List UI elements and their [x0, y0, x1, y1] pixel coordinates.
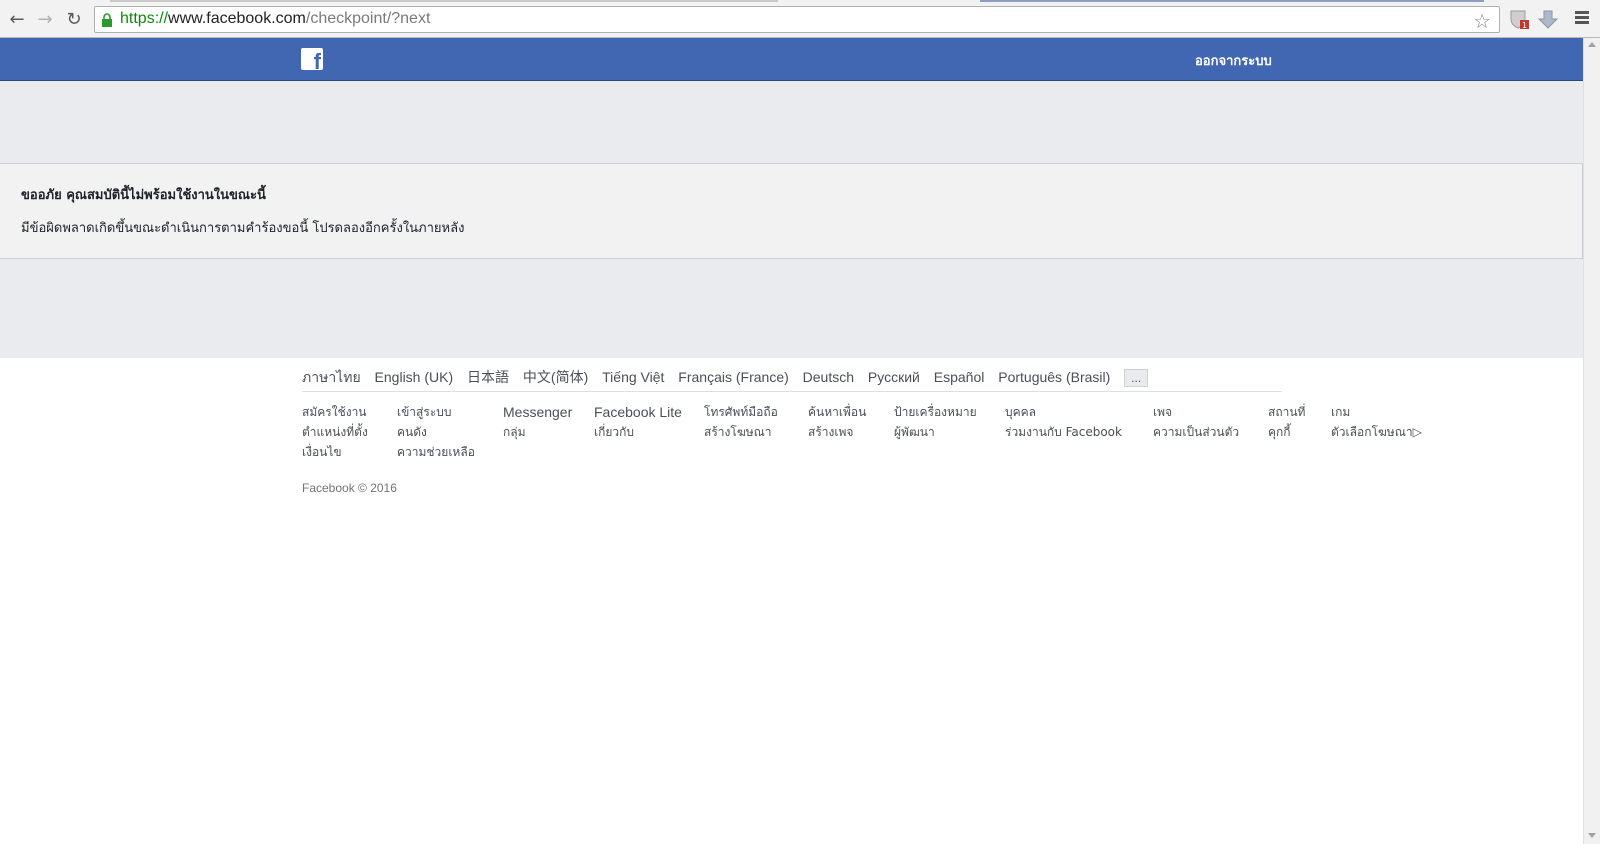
language-link[interactable]: Русский	[868, 369, 920, 385]
footer-link-badges[interactable]: ป้ายเครื่องหมาย	[894, 402, 977, 422]
language-link[interactable]: 中文(简体)	[523, 369, 588, 385]
reload-icon[interactable]: ↻	[61, 7, 87, 31]
download-extension-icon[interactable]	[1537, 8, 1559, 30]
footer-link-messenger[interactable]: Messenger	[503, 402, 572, 422]
footer-column: Messenger กลุ่ม	[503, 402, 572, 442]
footer-link-about[interactable]: เกี่ยวกับ	[594, 422, 682, 442]
browser-toolbar: ← → ↻ https://www.facebook.com/checkpoin…	[0, 0, 1600, 38]
footer-column: ค้นหาเพื่อน สร้างเพจ	[808, 402, 866, 442]
main-content: ขออภัย คุณสมบัตินี้ไม่พร้อมใช้งานในขณะนี…	[0, 81, 1583, 358]
back-icon[interactable]: ←	[4, 7, 30, 31]
footer-column: เพจ ความเป็นส่วนตัว	[1153, 402, 1239, 442]
footer-column: โทรศัพท์มือถือ สร้างโฆษณา	[704, 402, 778, 442]
url-text: https://www.facebook.com/checkpoint/?nex…	[120, 10, 431, 27]
error-message: มีข้อผิดพลาดเกิดขึ้นขณะดำเนินการตามคำร้อ…	[21, 221, 465, 236]
ad-choices-label: ตัวเลือกโฆษณา	[1331, 425, 1413, 439]
footer-link-help[interactable]: ความช่วยเหลือ	[397, 442, 475, 462]
footer-link-signup[interactable]: สมัครใช้งาน	[302, 402, 368, 422]
footer-link-cookies[interactable]: คุกกี้	[1268, 422, 1305, 442]
lock-icon	[102, 13, 112, 27]
tab-strip-right	[980, 0, 1484, 2]
shield-extension-icon[interactable]: 1	[1508, 8, 1530, 30]
error-title: ขออภัย คุณสมบัตินี้ไม่พร้อมใช้งานในขณะนี…	[21, 188, 266, 203]
footer-link-create-page[interactable]: สร้างเพจ	[808, 422, 866, 442]
forward-icon[interactable]: →	[32, 7, 58, 31]
footer-link-find-friends[interactable]: ค้นหาเพื่อน	[808, 402, 866, 422]
address-bar[interactable]: https://www.facebook.com/checkpoint/?nex…	[94, 6, 1500, 33]
footer-link-facebook-lite[interactable]: Facebook Lite	[594, 402, 682, 422]
ad-choices-icon: ▷	[1412, 425, 1422, 439]
vertical-scrollbar[interactable]	[1583, 38, 1600, 844]
language-link[interactable]: Français (France)	[678, 369, 788, 385]
language-link[interactable]: Tiếng Việt	[602, 369, 664, 385]
footer-divider	[302, 391, 1282, 392]
svg-text:1: 1	[1522, 21, 1527, 30]
footer-column: บุคคล ร่วมงานกับ Facebook	[1005, 402, 1122, 442]
more-languages-button[interactable]: ...	[1124, 369, 1149, 388]
footer-link-pages[interactable]: เพจ	[1153, 402, 1239, 422]
browser-menu-icon[interactable]	[1572, 9, 1592, 29]
footer-column: เข้าสู่ระบบ คนดัง ความช่วยเหลือ	[397, 402, 475, 462]
footer-link-mobile[interactable]: โทรศัพท์มือถือ	[704, 402, 778, 422]
footer-link-careers[interactable]: ร่วมงานกับ Facebook	[1005, 422, 1122, 442]
footer-link-developers[interactable]: ผู้พัฒนา	[894, 422, 977, 442]
footer-link-create-ad[interactable]: สร้างโฆษณา	[704, 422, 778, 442]
language-link[interactable]: English (UK)	[375, 369, 454, 385]
footer-link-groups[interactable]: กลุ่ม	[503, 422, 572, 442]
language-link[interactable]: ภาษาไทย	[302, 369, 361, 385]
footer-link-celebrities[interactable]: คนดัง	[397, 422, 475, 442]
footer-column: เกม ตัวเลือกโฆษณา▷	[1331, 402, 1422, 442]
footer-link-places[interactable]: สถานที่	[1268, 402, 1305, 422]
language-link[interactable]: 日本語	[467, 369, 509, 385]
footer-link-locations[interactable]: ตำแหน่งที่ตั้ง	[302, 422, 368, 442]
language-link[interactable]: Deutsch	[803, 369, 854, 385]
scroll-up-icon[interactable]	[1588, 42, 1596, 47]
footer-link-people[interactable]: บุคคล	[1005, 402, 1122, 422]
tab-strip-left	[110, 0, 778, 2]
footer-column: สถานที่ คุกกี้	[1268, 402, 1305, 442]
footer-link-login[interactable]: เข้าสู่ระบบ	[397, 402, 475, 422]
footer-column: ป้ายเครื่องหมาย ผู้พัฒนา	[894, 402, 977, 442]
copyright-text: Facebook © 2016	[302, 481, 397, 495]
footer-link-privacy[interactable]: ความเป็นส่วนตัว	[1153, 422, 1239, 442]
language-link[interactable]: Español	[934, 369, 985, 385]
bookmark-star-icon[interactable]: ☆	[1473, 9, 1491, 33]
footer-link-terms[interactable]: เงื่อนไข	[302, 442, 368, 462]
facebook-header: f ออกจากระบบ	[0, 38, 1583, 81]
footer-column: สมัครใช้งาน ตำแหน่งที่ตั้ง เงื่อนไข	[302, 402, 368, 462]
scroll-down-icon[interactable]	[1588, 833, 1596, 838]
error-box: ขออภัย คุณสมบัตินี้ไม่พร้อมใช้งานในขณะนี…	[0, 163, 1583, 259]
footer-link-games[interactable]: เกม	[1331, 402, 1422, 422]
language-link[interactable]: Português (Brasil)	[998, 369, 1110, 385]
language-list: ภาษาไทย English (UK) 日本語 中文(简体) Tiếng Vi…	[302, 367, 1149, 389]
footer-column: Facebook Lite เกี่ยวกับ	[594, 402, 682, 442]
facebook-logo-icon[interactable]: f	[301, 48, 323, 73]
logout-link[interactable]: ออกจากระบบ	[1195, 50, 1272, 71]
footer-link-ad-choices[interactable]: ตัวเลือกโฆษณา▷	[1331, 422, 1422, 442]
